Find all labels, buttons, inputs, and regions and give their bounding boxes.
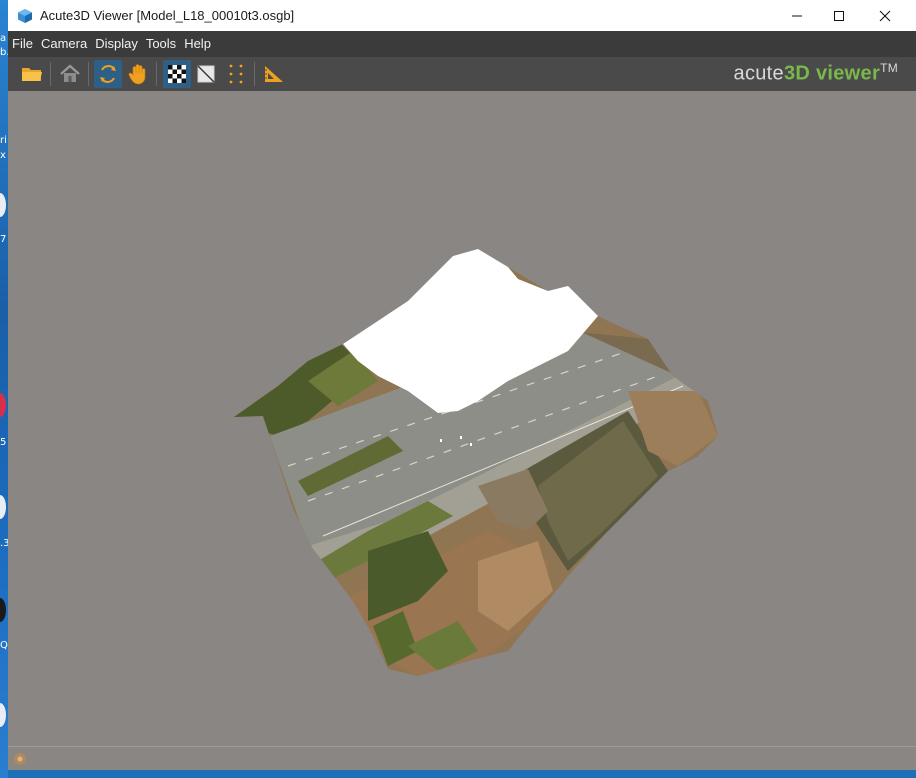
orbit-button[interactable] <box>94 60 122 88</box>
desktop-icon-label: 5 <box>0 437 7 448</box>
close-icon <box>879 10 891 21</box>
toolbar: acute3D viewerTM <box>8 57 916 91</box>
brand-logo: acute3D viewerTM <box>734 61 898 86</box>
hand-icon <box>128 64 146 85</box>
toolbar-separator <box>156 62 157 86</box>
menu-file[interactable]: File <box>8 31 37 57</box>
status-bar <box>8 746 916 771</box>
minimize-button[interactable] <box>774 0 820 31</box>
menu-display[interactable]: Display <box>91 31 142 57</box>
toolbar-separator <box>88 62 89 86</box>
toolbar-separator <box>254 62 255 86</box>
desktop-icon-label: a <box>0 33 7 44</box>
photogrammetry-model <box>234 249 718 676</box>
open-button[interactable] <box>18 60 46 88</box>
ruler-triangle-icon <box>265 66 283 82</box>
brand-trademark: TM <box>880 61 898 75</box>
window-title: Acute3D Viewer [Model_L18_00010t3.osgb] <box>40 8 295 23</box>
orbit-icon <box>100 65 116 83</box>
point-cloud-button[interactable] <box>222 60 250 88</box>
menu-tools[interactable]: Tools <box>142 31 180 57</box>
seam-artifact <box>440 439 442 442</box>
menu-help[interactable]: Help <box>180 31 215 57</box>
desktop-icon-label: Q <box>0 640 8 651</box>
title-bar[interactable]: Acute3D Viewer [Model_L18_00010t3.osgb] <box>8 0 916 31</box>
desktop-icon-label: ri <box>0 135 7 146</box>
seam-artifact <box>460 436 462 439</box>
desktop-icon-label: x <box>0 150 6 161</box>
shaded-mode-button[interactable] <box>192 60 220 88</box>
desktop-icon-label: 7 <box>0 234 7 245</box>
toolbar-separator <box>50 62 51 86</box>
shaded-square-icon <box>197 65 215 83</box>
3d-viewport[interactable] <box>8 91 916 746</box>
menu-camera[interactable]: Camera <box>37 31 91 57</box>
status-indicator-icon <box>14 753 26 765</box>
home-view-button[interactable] <box>56 60 84 88</box>
checker-icon <box>168 65 186 83</box>
close-button[interactable] <box>862 0 908 31</box>
minimize-icon <box>792 15 802 16</box>
menu-bar: File Camera Display Tools Help <box>8 31 916 57</box>
app-window: Acute3D Viewer [Model_L18_00010t3.osgb] … <box>8 0 916 778</box>
maximize-button[interactable] <box>816 0 862 31</box>
brand-suffix: viewer <box>810 62 881 85</box>
dots-icon <box>229 64 243 84</box>
pan-button[interactable] <box>124 60 152 88</box>
window-bottom-edge <box>8 770 916 778</box>
maximize-icon <box>834 10 844 21</box>
seam-artifact <box>470 443 472 446</box>
brand-3d: 3D <box>783 62 811 85</box>
desktop-background <box>0 0 8 778</box>
brand-prefix: acute <box>733 62 784 85</box>
home-icon <box>60 64 80 82</box>
acute3d-app-icon <box>18 8 32 23</box>
textured-mode-button[interactable] <box>163 60 191 88</box>
folder-icon <box>22 68 42 81</box>
measure-button[interactable] <box>260 60 288 88</box>
